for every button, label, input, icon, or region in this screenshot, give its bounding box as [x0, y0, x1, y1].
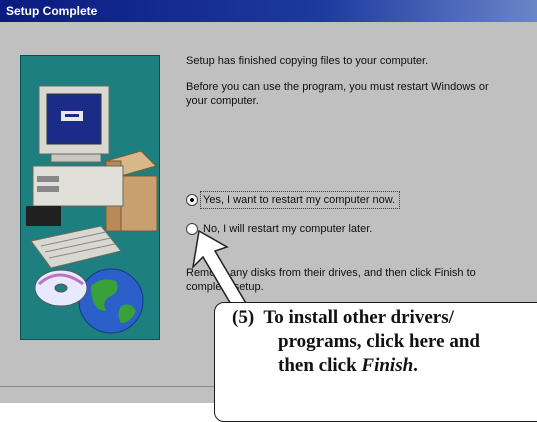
restart-required-text-2: your computer. — [186, 95, 259, 107]
callout-text: (5) To install other drivers/ programs, … — [232, 306, 480, 378]
setup-illustration-panel — [20, 55, 160, 340]
cd-disc-icon — [34, 269, 88, 307]
finished-copying-text: Setup has finished copying files to your… — [186, 55, 429, 67]
title-bar: Setup Complete — [0, 0, 537, 22]
radio-selected-dot — [190, 198, 194, 202]
callout-step-number: (5) — [232, 307, 255, 328]
restart-required-text-1: Before you can use the program, you must… — [186, 81, 489, 93]
callout-line-1: (5) To install other drivers/ — [232, 306, 480, 330]
callout-line-3-suffix: . — [413, 355, 418, 376]
computer-illustration — [26, 85, 158, 334]
callout-line-3-prefix: then click — [278, 355, 362, 376]
globe-icon — [78, 268, 144, 334]
monitor-icon — [38, 85, 110, 163]
callout-text-line-1: To install other drivers/ — [263, 307, 454, 328]
window-title: Setup Complete — [6, 4, 98, 18]
restart-now-radio[interactable] — [186, 194, 198, 206]
keyboard-icon — [30, 225, 122, 269]
callout-finish-word: Finish — [361, 355, 414, 376]
callout-line-2: programs, click here and — [278, 331, 480, 352]
callout-line-3: then click Finish. — [232, 354, 480, 378]
restart-now-label[interactable]: Yes, I want to restart my computer now. — [203, 193, 395, 207]
